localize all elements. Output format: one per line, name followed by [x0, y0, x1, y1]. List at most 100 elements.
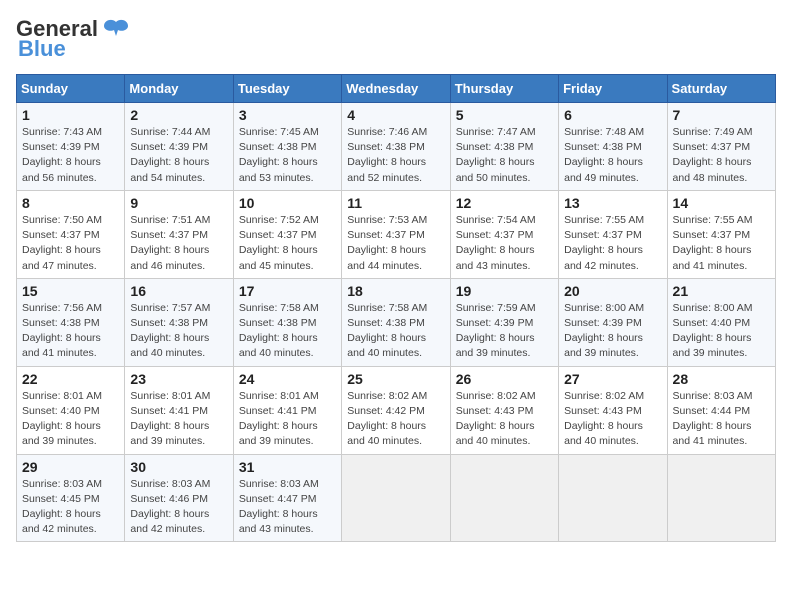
day-info: Sunrise: 8:02 AM Sunset: 4:42 PM Dayligh…: [347, 389, 444, 450]
day-number: 11: [347, 195, 444, 211]
day-info: Sunrise: 8:03 AM Sunset: 4:47 PM Dayligh…: [239, 477, 336, 538]
calendar-cell: 14 Sunrise: 7:55 AM Sunset: 4:37 PM Dayl…: [667, 190, 775, 278]
calendar-cell: 7 Sunrise: 7:49 AM Sunset: 4:37 PM Dayli…: [667, 103, 775, 191]
day-info: Sunrise: 8:01 AM Sunset: 4:41 PM Dayligh…: [239, 389, 336, 450]
day-number: 17: [239, 283, 336, 299]
calendar-cell: 5 Sunrise: 7:47 AM Sunset: 4:38 PM Dayli…: [450, 103, 558, 191]
day-number: 5: [456, 107, 553, 123]
page-header: General Blue: [16, 16, 776, 62]
day-info: Sunrise: 7:58 AM Sunset: 4:38 PM Dayligh…: [347, 301, 444, 362]
column-header-monday: Monday: [125, 75, 233, 103]
day-info: Sunrise: 7:51 AM Sunset: 4:37 PM Dayligh…: [130, 213, 227, 274]
calendar-cell: 24 Sunrise: 8:01 AM Sunset: 4:41 PM Dayl…: [233, 366, 341, 454]
day-number: 23: [130, 371, 227, 387]
calendar-cell: [559, 454, 667, 542]
day-info: Sunrise: 7:50 AM Sunset: 4:37 PM Dayligh…: [22, 213, 119, 274]
day-info: Sunrise: 7:57 AM Sunset: 4:38 PM Dayligh…: [130, 301, 227, 362]
calendar-cell: 13 Sunrise: 7:55 AM Sunset: 4:37 PM Dayl…: [559, 190, 667, 278]
column-header-wednesday: Wednesday: [342, 75, 450, 103]
day-info: Sunrise: 8:00 AM Sunset: 4:39 PM Dayligh…: [564, 301, 661, 362]
calendar-cell: [667, 454, 775, 542]
day-number: 9: [130, 195, 227, 211]
day-number: 13: [564, 195, 661, 211]
day-info: Sunrise: 8:02 AM Sunset: 4:43 PM Dayligh…: [564, 389, 661, 450]
calendar-cell: [450, 454, 558, 542]
day-number: 1: [22, 107, 119, 123]
calendar-cell: 19 Sunrise: 7:59 AM Sunset: 4:39 PM Dayl…: [450, 278, 558, 366]
calendar-cell: 9 Sunrise: 7:51 AM Sunset: 4:37 PM Dayli…: [125, 190, 233, 278]
calendar-cell: 15 Sunrise: 7:56 AM Sunset: 4:38 PM Dayl…: [17, 278, 125, 366]
column-header-saturday: Saturday: [667, 75, 775, 103]
day-info: Sunrise: 7:54 AM Sunset: 4:37 PM Dayligh…: [456, 213, 553, 274]
calendar-cell: 8 Sunrise: 7:50 AM Sunset: 4:37 PM Dayli…: [17, 190, 125, 278]
calendar-cell: 12 Sunrise: 7:54 AM Sunset: 4:37 PM Dayl…: [450, 190, 558, 278]
day-number: 2: [130, 107, 227, 123]
day-number: 28: [673, 371, 770, 387]
day-info: Sunrise: 7:45 AM Sunset: 4:38 PM Dayligh…: [239, 125, 336, 186]
day-number: 19: [456, 283, 553, 299]
calendar-cell: 18 Sunrise: 7:58 AM Sunset: 4:38 PM Dayl…: [342, 278, 450, 366]
calendar-cell: 4 Sunrise: 7:46 AM Sunset: 4:38 PM Dayli…: [342, 103, 450, 191]
day-number: 18: [347, 283, 444, 299]
logo-text-blue: Blue: [18, 36, 66, 62]
day-info: Sunrise: 8:01 AM Sunset: 4:40 PM Dayligh…: [22, 389, 119, 450]
day-info: Sunrise: 7:55 AM Sunset: 4:37 PM Dayligh…: [673, 213, 770, 274]
calendar-cell: 3 Sunrise: 7:45 AM Sunset: 4:38 PM Dayli…: [233, 103, 341, 191]
day-info: Sunrise: 7:58 AM Sunset: 4:38 PM Dayligh…: [239, 301, 336, 362]
logo: General Blue: [16, 16, 130, 62]
calendar-table: SundayMondayTuesdayWednesdayThursdayFrid…: [16, 74, 776, 542]
day-info: Sunrise: 8:01 AM Sunset: 4:41 PM Dayligh…: [130, 389, 227, 450]
column-header-thursday: Thursday: [450, 75, 558, 103]
day-info: Sunrise: 7:48 AM Sunset: 4:38 PM Dayligh…: [564, 125, 661, 186]
calendar-cell: 22 Sunrise: 8:01 AM Sunset: 4:40 PM Dayl…: [17, 366, 125, 454]
day-number: 21: [673, 283, 770, 299]
day-number: 6: [564, 107, 661, 123]
day-info: Sunrise: 7:49 AM Sunset: 4:37 PM Dayligh…: [673, 125, 770, 186]
calendar-cell: 20 Sunrise: 8:00 AM Sunset: 4:39 PM Dayl…: [559, 278, 667, 366]
calendar-cell: 30 Sunrise: 8:03 AM Sunset: 4:46 PM Dayl…: [125, 454, 233, 542]
calendar-cell: 25 Sunrise: 8:02 AM Sunset: 4:42 PM Dayl…: [342, 366, 450, 454]
day-number: 29: [22, 459, 119, 475]
calendar-cell: 27 Sunrise: 8:02 AM Sunset: 4:43 PM Dayl…: [559, 366, 667, 454]
calendar-cell: 23 Sunrise: 8:01 AM Sunset: 4:41 PM Dayl…: [125, 366, 233, 454]
day-info: Sunrise: 7:56 AM Sunset: 4:38 PM Dayligh…: [22, 301, 119, 362]
logo-bird-icon: [102, 18, 130, 40]
calendar-cell: 10 Sunrise: 7:52 AM Sunset: 4:37 PM Dayl…: [233, 190, 341, 278]
day-info: Sunrise: 8:03 AM Sunset: 4:45 PM Dayligh…: [22, 477, 119, 538]
day-number: 14: [673, 195, 770, 211]
calendar-cell: 6 Sunrise: 7:48 AM Sunset: 4:38 PM Dayli…: [559, 103, 667, 191]
calendar-cell: 28 Sunrise: 8:03 AM Sunset: 4:44 PM Dayl…: [667, 366, 775, 454]
day-info: Sunrise: 7:44 AM Sunset: 4:39 PM Dayligh…: [130, 125, 227, 186]
day-info: Sunrise: 8:03 AM Sunset: 4:44 PM Dayligh…: [673, 389, 770, 450]
day-number: 8: [22, 195, 119, 211]
day-info: Sunrise: 8:02 AM Sunset: 4:43 PM Dayligh…: [456, 389, 553, 450]
day-info: Sunrise: 8:03 AM Sunset: 4:46 PM Dayligh…: [130, 477, 227, 538]
day-info: Sunrise: 7:55 AM Sunset: 4:37 PM Dayligh…: [564, 213, 661, 274]
day-number: 12: [456, 195, 553, 211]
day-info: Sunrise: 7:52 AM Sunset: 4:37 PM Dayligh…: [239, 213, 336, 274]
calendar-cell: 31 Sunrise: 8:03 AM Sunset: 4:47 PM Dayl…: [233, 454, 341, 542]
column-header-sunday: Sunday: [17, 75, 125, 103]
day-number: 10: [239, 195, 336, 211]
day-number: 4: [347, 107, 444, 123]
calendar-cell: 11 Sunrise: 7:53 AM Sunset: 4:37 PM Dayl…: [342, 190, 450, 278]
day-number: 31: [239, 459, 336, 475]
day-info: Sunrise: 7:59 AM Sunset: 4:39 PM Dayligh…: [456, 301, 553, 362]
day-number: 26: [456, 371, 553, 387]
day-number: 3: [239, 107, 336, 123]
day-number: 20: [564, 283, 661, 299]
day-number: 7: [673, 107, 770, 123]
column-header-tuesday: Tuesday: [233, 75, 341, 103]
day-info: Sunrise: 7:43 AM Sunset: 4:39 PM Dayligh…: [22, 125, 119, 186]
column-header-friday: Friday: [559, 75, 667, 103]
calendar-cell: 21 Sunrise: 8:00 AM Sunset: 4:40 PM Dayl…: [667, 278, 775, 366]
day-number: 16: [130, 283, 227, 299]
calendar-cell: 26 Sunrise: 8:02 AM Sunset: 4:43 PM Dayl…: [450, 366, 558, 454]
day-number: 15: [22, 283, 119, 299]
day-info: Sunrise: 8:00 AM Sunset: 4:40 PM Dayligh…: [673, 301, 770, 362]
day-info: Sunrise: 7:53 AM Sunset: 4:37 PM Dayligh…: [347, 213, 444, 274]
day-info: Sunrise: 7:47 AM Sunset: 4:38 PM Dayligh…: [456, 125, 553, 186]
calendar-cell: 1 Sunrise: 7:43 AM Sunset: 4:39 PM Dayli…: [17, 103, 125, 191]
calendar-cell: 2 Sunrise: 7:44 AM Sunset: 4:39 PM Dayli…: [125, 103, 233, 191]
day-number: 30: [130, 459, 227, 475]
